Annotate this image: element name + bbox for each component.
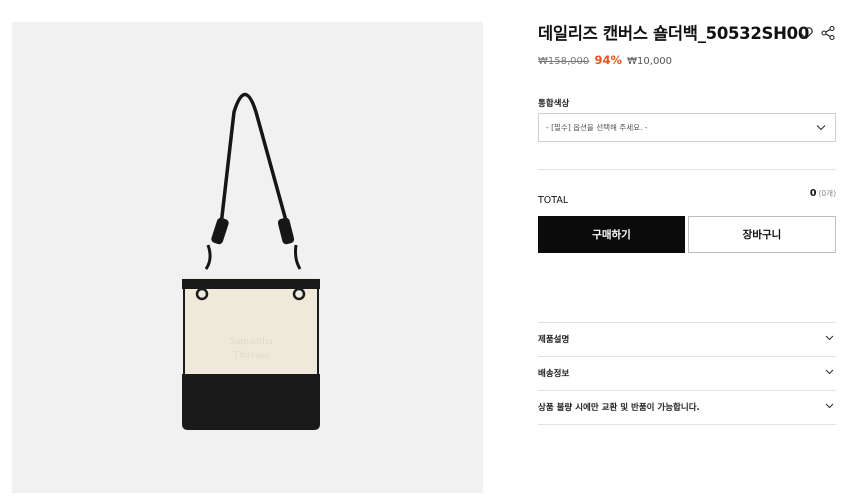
buy-now-button[interactable]: 구매하기 — [538, 216, 685, 253]
accordion-product-description[interactable]: 제품설명 — [538, 322, 836, 356]
product-title: 데일리즈 캔버스 숄더백_50532SH00 — [538, 24, 809, 43]
accordion-label: 배송정보 — [538, 369, 570, 379]
total-count: (0개) — [818, 189, 836, 198]
price-row: ₩158,000 94% ₩10,000 — [538, 52, 836, 70]
product-image: Samantha Thavasa — [12, 22, 483, 493]
accordion-label: 제품설명 — [538, 335, 570, 345]
share-icon[interactable] — [820, 25, 836, 41]
total-label: TOTAL — [538, 195, 569, 206]
chevron-down-icon — [816, 125, 826, 131]
divider — [538, 169, 836, 170]
total-row: TOTAL 0 (0개) — [538, 188, 836, 206]
bag-logo-line2: Thavasa — [233, 349, 270, 361]
discount-rate: 94% — [594, 53, 622, 67]
total-value: 0 (0개) — [810, 188, 836, 199]
strap-knot-left — [204, 217, 229, 270]
original-price: ₩158,000 — [538, 56, 590, 67]
accordion-return-policy[interactable]: 상품 불량 시에만 교환 및 반품이 가능합니다. — [538, 390, 836, 424]
bag-logo-line1: Samantha — [229, 335, 272, 347]
divider — [538, 424, 836, 425]
title-actions — [798, 25, 836, 41]
chevron-down-icon — [825, 335, 834, 341]
strap-knot-right — [277, 217, 302, 270]
chevron-down-icon — [825, 369, 834, 375]
option-label: 통합색상 — [538, 99, 570, 109]
add-to-cart-button[interactable]: 장바구니 — [688, 216, 836, 253]
accordion-shipping-info[interactable]: 배송정보 — [538, 356, 836, 390]
select-placeholder: - [필수] 옵션을 선택해 주세요. - — [546, 123, 648, 132]
sale-price: ₩10,000 — [627, 56, 673, 67]
product-info: 데일리즈 캔버스 숄더백_50532SH00 ₩158,000 94% ₩10,… — [538, 22, 836, 425]
color-option-select[interactable]: - [필수] 옵션을 선택해 주세요. - — [538, 113, 836, 142]
title-row: 데일리즈 캔버스 숄더백_50532SH00 — [538, 22, 836, 48]
chevron-down-icon — [825, 403, 834, 409]
heart-outline-icon[interactable] — [798, 25, 814, 41]
total-amount: 0 — [809, 188, 817, 199]
accordion-label: 상품 불량 시에만 교환 및 반품이 가능합니다. — [538, 403, 700, 413]
bag-illustration: Samantha Thavasa — [182, 92, 320, 430]
